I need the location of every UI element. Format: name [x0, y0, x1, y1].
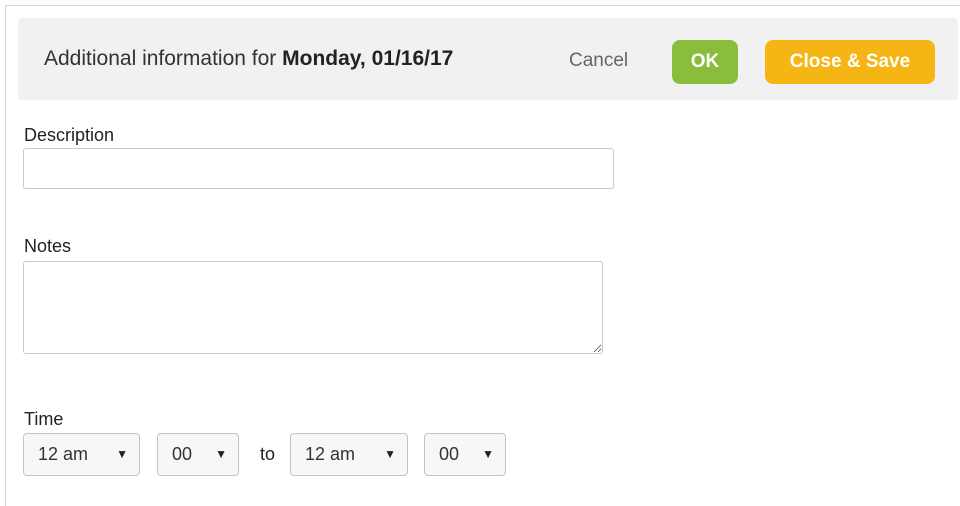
end-hour-value: 12 am: [305, 444, 356, 464]
dialog-title: Additional information for Monday, 01/16…: [44, 46, 453, 72]
start-hour-value: 12 am: [38, 444, 89, 464]
close-and-save-button[interactable]: Close & Save: [765, 40, 935, 84]
chevron-down-icon: ▼: [384, 447, 396, 461]
start-minute-select[interactable]: 00 ▼: [157, 433, 239, 476]
chevron-down-icon: ▼: [482, 447, 494, 461]
notes-label: Notes: [24, 236, 72, 256]
start-hour-select[interactable]: 12 am ▼: [23, 433, 140, 476]
description-input[interactable]: [23, 148, 614, 189]
time-label: Time: [24, 409, 64, 429]
end-hour-select[interactable]: 12 am ▼: [290, 433, 408, 476]
chevron-down-icon: ▼: [116, 447, 128, 461]
notes-textarea[interactable]: [23, 261, 603, 354]
time-range-separator: to: [260, 444, 276, 464]
dialog-header: Additional information for Monday, 01/16…: [18, 18, 958, 100]
description-label: Description: [24, 125, 115, 145]
end-minute-value: 00: [439, 444, 460, 464]
cancel-button[interactable]: Cancel: [569, 49, 628, 73]
title-date: Monday, 01/16/17: [282, 47, 454, 70]
chevron-down-icon: ▼: [215, 447, 227, 461]
ok-button[interactable]: OK: [672, 40, 738, 84]
end-minute-select[interactable]: 00 ▼: [424, 433, 506, 476]
title-prefix: Additional information for: [44, 47, 277, 70]
start-minute-value: 00: [172, 444, 193, 464]
